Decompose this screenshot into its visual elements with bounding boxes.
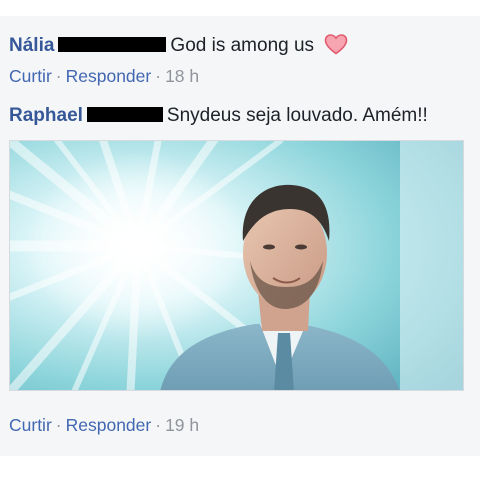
like-link[interactable]: Curtir (9, 66, 52, 86)
comment-author[interactable]: Raphael (9, 105, 83, 126)
heart-icon (325, 34, 348, 55)
comment-text: God is among us (170, 35, 315, 56)
comment-actions: Curtir · Responder · 19 h (9, 414, 199, 436)
comment-raphael: Raphael Snydeus seja louvado. Amém!! (9, 104, 428, 128)
man-in-light-rays-photo[interactable] (9, 140, 464, 391)
reply-link[interactable]: Responder (66, 415, 152, 435)
separator: · (55, 415, 62, 435)
reply-link[interactable]: Responder (66, 66, 152, 86)
like-link[interactable]: Curtir (9, 415, 52, 435)
comment-body: Nália God is among us (9, 32, 349, 58)
comment-image (10, 141, 463, 390)
separator: · (155, 66, 162, 86)
comment-nalia: Nália God is among us Curtir · Responder · 18… (9, 32, 349, 87)
comment-text: Snydeus seja louvado. Amém!! (166, 105, 428, 126)
comment-actions: Curtir · Responder · 18 h (9, 65, 349, 87)
timestamp[interactable]: 18 h (165, 66, 199, 86)
comment-author[interactable]: Nália (9, 35, 54, 56)
redacted-surname (86, 107, 163, 122)
redacted-surname (58, 37, 167, 52)
separator: · (155, 415, 162, 435)
comment-body: Raphael Snydeus seja louvado. Amém!! (9, 104, 428, 128)
comment-raphael-actions: Curtir · Responder · 19 h (9, 414, 199, 436)
timestamp[interactable]: 19 h (165, 415, 199, 435)
separator: · (55, 66, 62, 86)
